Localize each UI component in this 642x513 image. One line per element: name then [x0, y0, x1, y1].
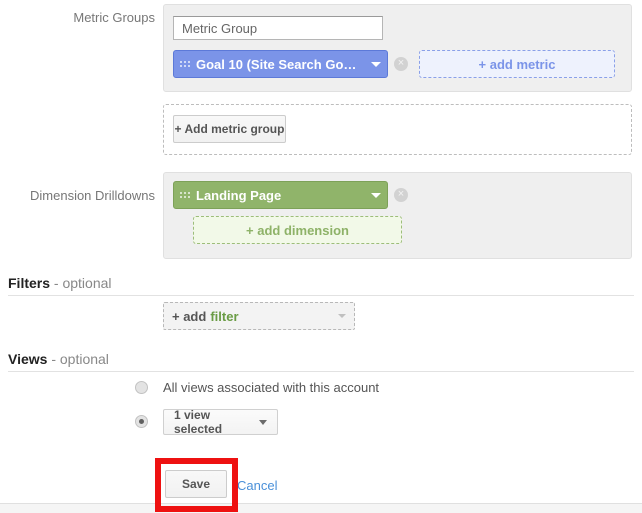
custom-report-editor: Metric Groups Goal 10 (Site Search Go… ×… [0, 0, 642, 513]
save-button[interactable]: Save [165, 470, 227, 498]
chevron-down-icon [259, 419, 267, 425]
add-metric-button[interactable]: + add metric [419, 50, 615, 78]
metric-chip-label: Goal 10 (Site Search Go… [196, 56, 357, 72]
metric-groups-label: Metric Groups [73, 10, 155, 25]
views-section-heading: Views - optional [8, 351, 109, 367]
chevron-down-icon [338, 314, 346, 318]
add-metric-group-button[interactable]: + Add metric group [173, 115, 286, 143]
add-filter-lead-text: + add [172, 308, 207, 324]
radio-selected-views[interactable] [135, 415, 148, 428]
radio-all-views-label: All views associated with this account [163, 380, 380, 395]
views-heading-text: Views [8, 351, 48, 367]
views-divider [8, 371, 634, 372]
remove-metric-icon[interactable]: × [394, 57, 408, 71]
dimension-chip-landing-page[interactable]: Landing Page [173, 181, 388, 209]
add-filter-select[interactable]: + add filter [163, 302, 355, 330]
drag-handle-icon[interactable] [180, 61, 192, 67]
view-selector-value: 1 view selected [174, 408, 223, 436]
remove-dimension-icon[interactable]: × [394, 188, 408, 202]
dimension-chip-label: Landing Page [196, 187, 282, 203]
filters-divider [8, 295, 634, 296]
add-dimension-button[interactable]: + add dimension [193, 216, 402, 244]
metric-chip-goal-10[interactable]: Goal 10 (Site Search Go… [173, 50, 388, 78]
filters-heading-optional: - optional [50, 275, 112, 291]
view-selector-dropdown[interactable]: 1 view selected [163, 408, 278, 436]
chevron-down-icon[interactable] [365, 61, 387, 67]
add-filter-accent-text: filter [210, 308, 239, 324]
chevron-down-icon[interactable] [365, 192, 387, 198]
filters-heading-text: Filters [8, 275, 51, 291]
drag-handle-icon[interactable] [180, 192, 192, 198]
metric-group-name-input[interactable] [173, 16, 383, 40]
filters-section-heading: Filters - optional [8, 275, 112, 291]
radio-all-views[interactable] [135, 381, 148, 394]
cancel-link[interactable]: Cancel [237, 478, 277, 493]
views-heading-optional: - optional [47, 351, 109, 367]
dimension-drilldowns-label: Dimension Drilldowns [30, 188, 155, 203]
